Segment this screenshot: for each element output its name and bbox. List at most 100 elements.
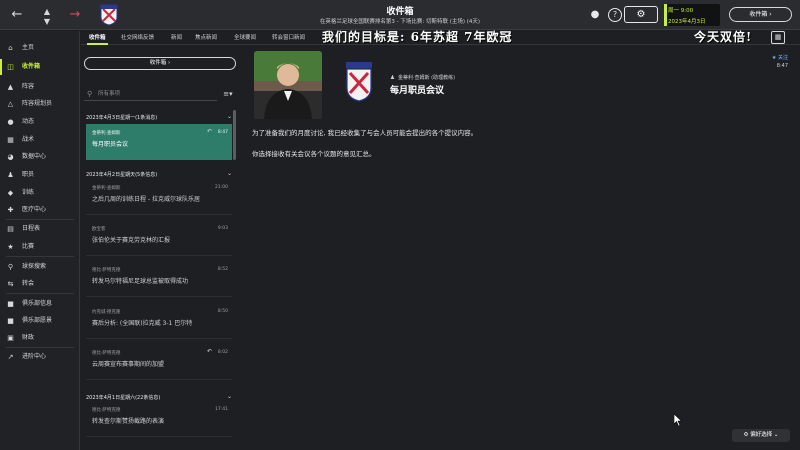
sidebar-item-schedule[interactable]: ▤ 日程表 [0,221,80,237]
sidebar-item-transfers[interactable]: ⇆ 转会 [0,276,80,292]
message-time: 21:00 [215,185,228,190]
sidebar-item-inbox[interactable]: ◫ 收件箱 [0,59,80,75]
sidebar-item-tactics[interactable]: ▦ 战术 [0,132,80,148]
sidebar-item-dynamics[interactable]: ● 动态 [0,114,80,130]
preferences-button[interactable]: ⚙ 偏好选择 ⌄ [732,429,790,442]
message-subject: 转发查尔斯赞扬截路的表演 [92,418,165,425]
tab-inbox[interactable]: 收件箱 [87,33,107,45]
message-item[interactable]: 德比·萨特克德 17:41 转发查尔斯赞扬截路的表演 [86,401,232,437]
sidebar-item-label: 比赛 [22,243,35,250]
sidebar-item-label: 阵容规划员 [22,100,53,107]
sidebar-item-label: 阵容 [22,83,35,90]
message-item[interactable]: 欧宝客 9:03 张伯伦关于赛克劳克林的汇报 [86,220,232,256]
sidebar-item-finances[interactable]: ▣ 财政 [0,330,80,346]
message-item[interactable]: 德比·萨特克德 8:52 转发马尔特福尼足球总监被取得成功 [86,261,232,297]
message-item[interactable]: 金蒂利·查姆斯 ↶ 8:47 每月职员会议 [86,124,232,160]
search-input[interactable]: ⚲ 所有事项 [84,87,217,101]
message-time: 8:02 [217,350,228,355]
forward-arrow-icon[interactable]: → [66,6,84,24]
filter-menu-icon[interactable]: ≡▾ [220,87,236,101]
sidebar-item-club-vision[interactable]: ■ 俱乐部愿景 [0,313,80,329]
message-time: 8:52 [217,267,228,272]
group-header[interactable]: 2023年4月1日星期六(22条信息) ⌄ [86,393,234,401]
settings-gear-button[interactable]: ⚙ [624,6,658,23]
date-time-display[interactable]: 周一 9:00 2023年4月3日 [664,4,720,26]
date-line: 2023年4月3日 [668,19,706,25]
list-scrollbar[interactable] [233,110,236,160]
sidebar-item-label: 战术 [22,136,35,143]
sender-name[interactable]: ♟ 金蒂利·查姆斯 (助理教练) [390,74,455,81]
sidebar-item-competitions[interactable]: ★ 比赛 [0,239,80,255]
message-sender: 金蒂利·查姆斯 [92,186,121,191]
chevron-right-icon: › [168,60,171,66]
follow-icon: ★ [771,55,777,61]
search-icon: ⚲ [87,90,93,98]
group-header-label: 2023年4月2日星期天(5条信息) [86,172,158,178]
next-match-subtitle[interactable]: 在英格兰足球全国联赛排名第3 - 下场比赛: 切斯特联 (主场) (4天) [220,17,580,25]
sidebar-item-club-info[interactable]: ■ 俱乐部信息 [0,296,80,312]
message-item[interactable]: 约克城·德克隆 8:50 赛后分析: (全国联)拉克威 3-1 巴尔特 [86,303,232,339]
sidebar-item-staff[interactable]: ♟ 职员 [0,167,80,183]
date-time-line: 周一 9:00 [668,8,694,14]
gear-icon: ⚙ [743,432,749,438]
club-vision-icon: ■ [7,317,14,325]
club-crest-icon [346,62,372,102]
reply-icon: ↶ [206,348,212,355]
group-header[interactable]: 2023年4月3日星期一(1条消息) ⌄ [86,113,234,121]
tab-news[interactable]: 新闻 [171,33,182,41]
message-item[interactable]: 金蒂利·查姆斯 21:00 之后几周的训练日程 - 拉克威尔球队乐居 [86,179,232,215]
scouting-icon: ⚲ [7,263,14,271]
help-icon[interactable]: ? [608,8,622,22]
message-detail: ♟ 金蒂利·查姆斯 (助理教练) 每月职员会议 ★ 关注 8:47 为了准备我们的… [242,47,800,450]
tactics-icon: ▦ [7,136,14,144]
message-item[interactable]: 德比·萨特克德 ↶ 8:02 云周赛宣布赛事期间的加盟 [86,344,232,380]
sidebar-item-data-hub[interactable]: ◕ 数据中心 [0,149,80,165]
sidebar-item-squad-planner[interactable]: △ 阵容规划员 [0,96,80,112]
message-time: 17:41 [215,407,228,412]
continue-button[interactable]: 收件箱 › [729,7,792,22]
message-subject: 每月职员会议 [92,141,129,148]
search-placeholder: 所有事项 [98,91,121,97]
history-down-icon[interactable]: ▼ [38,13,56,31]
widget-toggle-icon[interactable]: ▦ [771,31,785,44]
tab-social-feedback[interactable]: 社交网络反馈 [121,33,154,41]
continue-button-label: 收件箱 [749,11,768,18]
sidebar-item-development[interactable]: ↗ 进阶中心 [0,349,80,365]
sidebar: ⌂ 主页 ◫ 收件箱 ▲ 阵容 △ 阵容规划员 ● 动态 ▦ 战术 ◕ 数据中心 ♟ 职员 ◆ 训… [0,31,80,450]
bulb-icon[interactable]: ● [588,8,602,22]
chevron-right-icon: › [769,11,772,18]
tab-transfer-window-news[interactable]: 转会窗口新闻 [272,33,305,41]
calendar-icon: ▤ [7,225,14,233]
follow-link[interactable]: ★ 关注 [772,54,788,61]
sidebar-divider [6,219,74,220]
message-subject: 云周赛宣布赛事期间的加盟 [92,361,165,368]
home-icon: ⌂ [8,44,13,52]
message-time: 8:47 [217,130,228,135]
tab-world-news[interactable]: 全球要闻 [234,33,256,41]
shirt-icon: ▲ [7,83,14,91]
medical-icon: ✚ [7,206,14,214]
back-arrow-icon[interactable]: ← [8,6,26,24]
sidebar-item-squad[interactable]: ▲ 阵容 [0,79,80,95]
sidebar-item-label: 训练 [22,189,35,196]
training-icon: ◆ [7,189,14,197]
inbox-icon: ◫ [7,63,14,71]
sidebar-divider [6,293,74,294]
sidebar-divider [6,347,74,348]
sidebar-item-training[interactable]: ◆ 训练 [0,185,80,201]
sidebar-item-scouting[interactable]: ⚲ 球探搜索 [0,259,80,275]
club-crest-icon[interactable] [100,4,118,26]
inbox-dropdown-button[interactable]: 收件箱 › [84,57,236,70]
message-time: 8:47 [776,63,788,69]
trophy-icon: ★ [7,243,14,251]
sidebar-item-home[interactable]: ⌂ 主页 [0,40,80,56]
sender-photo[interactable] [254,51,322,119]
sidebar-item-medical[interactable]: ✚ 医疗中心 [0,202,80,218]
message-title: 每月职员会议 [390,86,445,96]
tab-featured-news[interactable]: 焦点新闻 [195,33,217,41]
message-sender: 欧宝客 [92,227,106,232]
follow-link-label: 关注 [777,55,788,61]
group-header[interactable]: 2023年4月2日星期天(5条信息) ⌄ [86,170,234,178]
message-sender: 金蒂利·查姆斯 [92,131,121,136]
transfer-icon: ⇆ [7,280,14,288]
